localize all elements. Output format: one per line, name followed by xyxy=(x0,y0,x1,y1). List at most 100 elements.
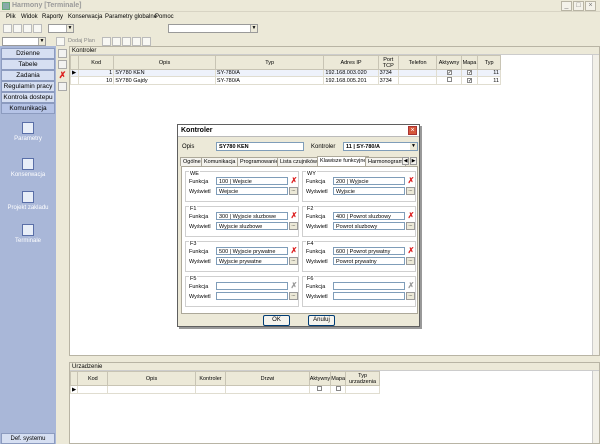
grid-icon[interactable] xyxy=(102,37,111,46)
add-icon[interactable] xyxy=(56,37,65,46)
open-icon[interactable] xyxy=(13,24,22,33)
col-header[interactable]: Telefon xyxy=(397,55,438,70)
funkcja-select[interactable]: 600 | Powrot prywatny xyxy=(333,247,405,255)
nav-konserwacja[interactable]: Konserwacja xyxy=(2,158,54,178)
nav-zadania[interactable]: Zadania xyxy=(1,70,55,81)
nav-parametry[interactable]: Parametry xyxy=(2,122,54,142)
clear-icon[interactable]: ✗ xyxy=(290,177,298,185)
col-header[interactable]: Aktywny xyxy=(436,55,462,70)
col-header[interactable]: Kod xyxy=(77,371,109,386)
new-icon[interactable] xyxy=(3,24,12,33)
add-plan-button[interactable]: Dodaj Plan xyxy=(68,38,95,44)
menu-plik[interactable]: Plik xyxy=(6,14,16,20)
col-header[interactable]: Kod xyxy=(78,55,115,70)
tab-scroll-right-icon[interactable]: ▶ xyxy=(410,157,417,165)
browse-button[interactable]: ... xyxy=(289,187,298,195)
browse-button[interactable]: ... xyxy=(406,257,415,265)
toolbar-combo-1[interactable]: ▼ xyxy=(48,24,74,33)
ok-button[interactable]: OK xyxy=(263,315,290,326)
mapa-checkbox[interactable] xyxy=(335,386,341,391)
tab-scroll-left-icon[interactable]: ◀ xyxy=(402,157,409,165)
nav-dzienne[interactable]: Dzienne xyxy=(1,48,55,59)
col-header[interactable]: Port TCP xyxy=(377,55,399,70)
nav-terminale[interactable]: Terminale xyxy=(2,224,54,244)
clear-icon[interactable]: ✗ xyxy=(290,247,298,255)
nav-def-systemu[interactable]: Def. systemu xyxy=(1,433,55,444)
nav-kontrola-dostepu[interactable]: Kontrola dostepu xyxy=(1,92,55,103)
browse-button[interactable]: ... xyxy=(406,222,415,230)
wyswietl-input[interactable]: Wyjscie prywatne xyxy=(216,257,288,265)
wyswietl-input[interactable]: Wyjscie sluzbowe xyxy=(216,222,288,230)
menu-parametry-globalne[interactable]: Parametry globalne xyxy=(105,14,157,20)
wyswietl-input[interactable]: Wyjscie xyxy=(333,187,405,195)
menu-widok[interactable]: Widok xyxy=(21,14,38,20)
col-header[interactable]: Typ xyxy=(214,55,325,70)
browse-button[interactable]: ... xyxy=(406,292,415,300)
col-header[interactable]: Drzwi xyxy=(225,371,310,386)
close-window-button[interactable]: × xyxy=(585,1,596,11)
nav-projekt-zakladu[interactable]: Projekt zakladu xyxy=(2,191,54,211)
maximize-button[interactable]: □ xyxy=(573,1,584,11)
clear-icon[interactable]: ✗ xyxy=(407,247,415,255)
aktywny-checkbox[interactable] xyxy=(446,77,452,82)
col-header[interactable]: Typ urzadzenia xyxy=(345,371,380,386)
preview-icon[interactable] xyxy=(122,37,131,46)
funkcja-select[interactable] xyxy=(333,282,405,290)
table-row[interactable]: ▶ xyxy=(69,385,380,394)
refresh-icon[interactable] xyxy=(58,49,67,58)
toolbar-combo-2[interactable]: ▼ xyxy=(168,24,258,33)
wyswietl-input[interactable]: Powrot prywatny xyxy=(333,257,405,265)
nav-tabele[interactable]: Tabele xyxy=(1,59,55,70)
funkcja-select[interactable]: 100 | Wejscie xyxy=(216,177,288,185)
col-header[interactable]: Opis xyxy=(113,55,216,70)
table-row[interactable]: ▶ 1 SY780 KEN SY-780/A 192.168.003.020 3… xyxy=(69,69,501,77)
funkcja-select[interactable]: 400 | Powrot sluzbowy xyxy=(333,212,405,220)
browse-button[interactable]: ... xyxy=(289,292,298,300)
clear-icon[interactable]: ✗ xyxy=(407,177,415,185)
table-row[interactable]: 10 SY780 Gajdy SY-780/A 192.168.005.201 … xyxy=(69,76,501,85)
mail-icon[interactable] xyxy=(33,24,42,33)
browse-button[interactable]: ... xyxy=(406,187,415,195)
menu-pomoc[interactable]: Pomoc xyxy=(155,14,174,20)
edit-record-icon[interactable] xyxy=(58,60,67,69)
browse-button[interactable]: ... xyxy=(289,257,298,265)
mapa-checkbox[interactable]: ✓ xyxy=(466,77,472,83)
kontroler-scrollbar[interactable] xyxy=(592,55,599,355)
export-icon[interactable] xyxy=(132,37,141,46)
kontroler-select[interactable]: 11 | SY-780/A xyxy=(343,142,418,151)
urzadzenie-scrollbar[interactable] xyxy=(592,371,599,443)
aktywny-checkbox[interactable]: ✓ xyxy=(446,70,452,76)
wyswietl-input[interactable] xyxy=(216,292,288,300)
minimize-button[interactable]: _ xyxy=(561,1,572,11)
filter-combo[interactable]: ▼ xyxy=(2,37,46,46)
clear-icon[interactable]: ✗ xyxy=(407,212,415,220)
print-icon[interactable] xyxy=(112,37,121,46)
tab-komunikacja[interactable]: Komunikacja xyxy=(201,157,239,166)
filter-icon[interactable] xyxy=(58,82,67,91)
opis-input[interactable]: SY780 KEN xyxy=(216,142,304,151)
tab-programowanie[interactable]: Programowanie xyxy=(237,157,282,166)
col-header[interactable]: Kontroler xyxy=(194,371,227,386)
cancel-button[interactable]: Anuluj xyxy=(308,315,335,326)
tab-klawisze-funkcyjne[interactable]: Klawisze funkcyjne xyxy=(317,156,370,166)
nav-komunikacja[interactable]: Komunikacja xyxy=(1,103,55,114)
tab-lista-czujnikow[interactable]: Lista czujników xyxy=(277,157,320,166)
col-header[interactable]: Typ xyxy=(477,55,501,70)
col-header[interactable]: Mapa xyxy=(460,55,479,70)
wyswietl-input[interactable]: Wejscie xyxy=(216,187,288,195)
clear-icon[interactable]: ✗ xyxy=(290,282,298,290)
nav-regulamin-pracy[interactable]: Regulamin pracy xyxy=(1,81,55,92)
col-header[interactable]: Aktywny xyxy=(308,371,332,386)
chevron-down-icon[interactable]: ▼ xyxy=(410,143,417,150)
col-header[interactable]: Adres IP xyxy=(323,55,379,70)
settings-icon[interactable] xyxy=(142,37,151,46)
dialog-close-button[interactable]: × xyxy=(408,126,417,135)
tab-harmonogram[interactable]: Harmonogram xyxy=(365,157,407,166)
clear-icon[interactable]: ✗ xyxy=(407,282,415,290)
delete-icon[interactable]: ✗ xyxy=(58,71,67,80)
mapa-checkbox[interactable]: ✓ xyxy=(466,70,472,76)
edit-icon[interactable] xyxy=(23,24,32,33)
funkcja-select[interactable]: 300 | Wyjscie sluzbowe xyxy=(216,212,288,220)
clear-icon[interactable]: ✗ xyxy=(290,212,298,220)
col-header[interactable]: Opis xyxy=(107,371,196,386)
